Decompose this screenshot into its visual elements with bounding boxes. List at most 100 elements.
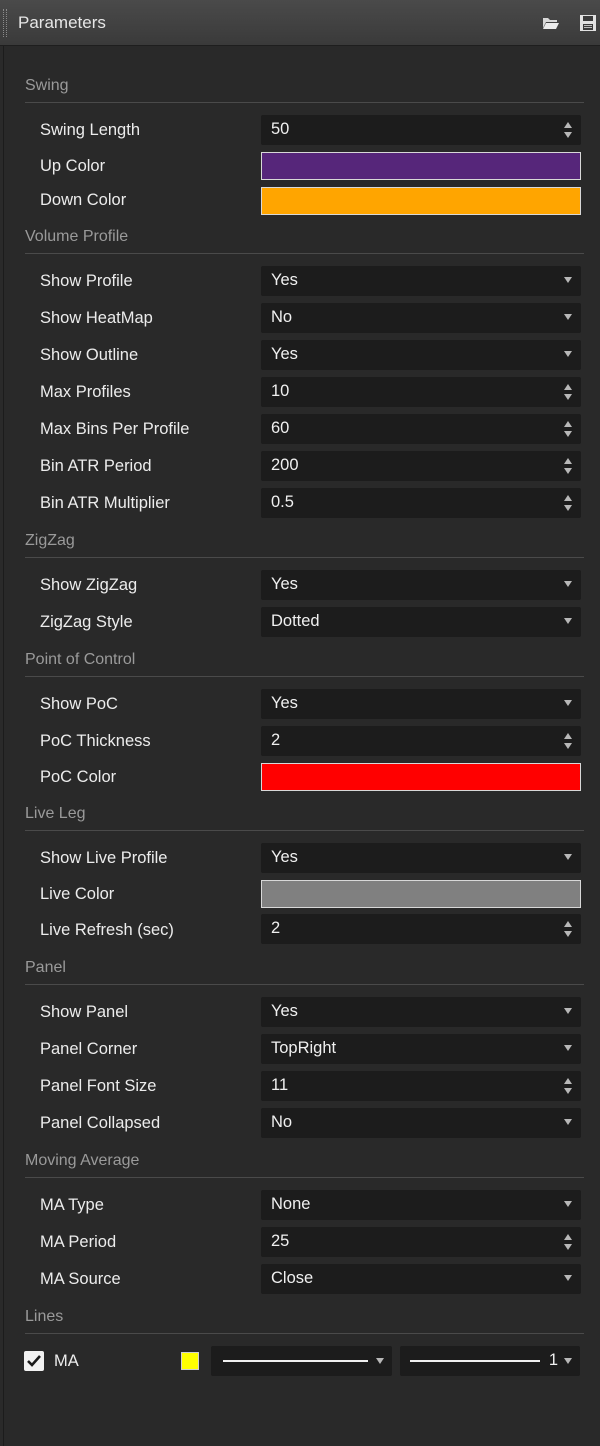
spin-up-icon[interactable] [564, 122, 572, 128]
ma-line-width-value: 1 [548, 1351, 558, 1369]
spin-down-icon[interactable] [564, 743, 572, 749]
ma-line-width-select[interactable]: 1 [400, 1346, 580, 1376]
spin-down-icon[interactable] [564, 931, 572, 937]
panel-collapsed-select[interactable]: No [261, 1108, 581, 1138]
show-profile-select[interactable]: Yes [261, 266, 581, 296]
show-poc-label: Show PoC [40, 695, 118, 713]
ma-type-select[interactable]: None [261, 1190, 581, 1220]
spin-up-icon[interactable] [564, 1234, 572, 1240]
show-poc-select[interactable]: Yes [261, 689, 581, 719]
ma-source-label: MA Source [40, 1270, 121, 1288]
down-color-swatch[interactable] [261, 187, 581, 215]
parameters-panel: Swing Swing Length 50 Up Color Down Colo… [3, 46, 600, 1446]
poc-thickness-input[interactable]: 2 [261, 726, 581, 756]
panel-corner-value: TopRight [271, 1039, 337, 1057]
bin-atr-multiplier-input[interactable]: 0.5 [261, 488, 581, 518]
show-panel-value: Yes [271, 1002, 298, 1020]
spin-down-icon[interactable] [564, 394, 572, 400]
panel-font-size-input[interactable]: 11 [261, 1071, 581, 1101]
ma-line-checkbox[interactable] [24, 1351, 44, 1371]
spin-down-icon[interactable] [564, 1088, 572, 1094]
spin-up-icon[interactable] [564, 384, 572, 390]
section-header-point-of-control: Point of Control [25, 651, 584, 677]
spin-up-icon[interactable] [564, 495, 572, 501]
chevron-down-icon [564, 1358, 572, 1364]
folder-open-icon[interactable] [541, 13, 561, 33]
ma-source-select[interactable]: Close [261, 1264, 581, 1294]
chevron-down-icon [564, 1045, 572, 1051]
ma-period-label: MA Period [40, 1233, 117, 1251]
show-outline-label: Show Outline [40, 346, 139, 364]
bin-atr-multiplier-label: Bin ATR Multiplier [40, 494, 170, 512]
poc-color-label: PoC Color [40, 768, 117, 786]
spin-down-icon[interactable] [564, 505, 572, 511]
show-zigzag-select[interactable]: Yes [261, 570, 581, 600]
drag-grip-icon[interactable] [3, 9, 7, 37]
spin-down-icon[interactable] [564, 1244, 572, 1250]
show-live-profile-label: Show Live Profile [40, 849, 168, 867]
show-zigzag-value: Yes [271, 575, 298, 593]
section-header-swing: Swing [25, 77, 584, 103]
max-profiles-input[interactable]: 10 [261, 377, 581, 407]
show-heatmap-value: No [271, 308, 293, 326]
live-refresh-input[interactable]: 2 [261, 914, 581, 944]
ma-period-value: 25 [271, 1232, 290, 1250]
show-heatmap-select[interactable]: No [261, 303, 581, 333]
bin-atr-period-label: Bin ATR Period [40, 457, 152, 475]
save-icon[interactable] [578, 13, 598, 33]
bin-atr-period-value: 200 [271, 456, 299, 474]
show-profile-label: Show Profile [40, 272, 133, 290]
show-panel-label: Show Panel [40, 1003, 129, 1021]
section-header-volume-profile: Volume Profile [25, 228, 584, 254]
spin-up-icon[interactable] [564, 733, 572, 739]
bin-atr-period-input[interactable]: 200 [261, 451, 581, 481]
show-live-profile-value: Yes [271, 848, 298, 866]
spin-down-icon[interactable] [564, 431, 572, 437]
ma-line-style-select[interactable] [211, 1346, 392, 1376]
chevron-down-icon [564, 1275, 572, 1281]
chevron-down-icon [564, 581, 572, 587]
zigzag-style-select[interactable]: Dotted [261, 607, 581, 637]
chevron-down-icon [564, 700, 572, 706]
section-header-live-leg: Live Leg [25, 805, 584, 831]
chevron-down-icon [564, 351, 572, 357]
section-header-moving-average: Moving Average [25, 1152, 584, 1178]
max-bins-input[interactable]: 60 [261, 414, 581, 444]
poc-color-swatch[interactable] [261, 763, 581, 791]
zigzag-style-value: Dotted [271, 612, 320, 630]
ma-period-input[interactable]: 25 [261, 1227, 581, 1257]
solid-line-icon [223, 1360, 368, 1362]
show-profile-value: Yes [271, 271, 298, 289]
swing-length-label: Swing Length [40, 121, 140, 139]
panel-corner-label: Panel Corner [40, 1040, 138, 1058]
swing-length-input[interactable]: 50 [261, 115, 581, 145]
max-profiles-label: Max Profiles [40, 383, 131, 401]
spin-down-icon[interactable] [564, 468, 572, 474]
live-color-swatch[interactable] [261, 880, 581, 908]
spin-up-icon[interactable] [564, 458, 572, 464]
window-title: Parameters [18, 13, 106, 32]
chevron-down-icon [564, 1008, 572, 1014]
section-header-panel: Panel [25, 959, 584, 985]
panel-font-size-value: 11 [271, 1076, 289, 1094]
panel-collapsed-value: No [271, 1113, 293, 1131]
spin-up-icon[interactable] [564, 1078, 572, 1084]
show-outline-select[interactable]: Yes [261, 340, 581, 370]
panel-corner-select[interactable]: TopRight [261, 1034, 581, 1064]
show-panel-select[interactable]: Yes [261, 997, 581, 1027]
show-outline-value: Yes [271, 345, 298, 363]
chevron-down-icon [564, 1201, 572, 1207]
chevron-down-icon [564, 618, 572, 624]
spin-up-icon[interactable] [564, 421, 572, 427]
chevron-down-icon [564, 314, 572, 320]
spin-down-icon[interactable] [564, 132, 572, 138]
checkmark-icon [27, 1355, 41, 1367]
up-color-swatch[interactable] [261, 152, 581, 180]
spin-up-icon[interactable] [564, 921, 572, 927]
show-poc-value: Yes [271, 694, 298, 712]
title-bar: Parameters [0, 0, 600, 46]
show-live-profile-select[interactable]: Yes [261, 843, 581, 873]
show-heatmap-label: Show HeatMap [40, 309, 153, 327]
ma-line-color-swatch[interactable] [181, 1352, 199, 1370]
max-bins-label: Max Bins Per Profile [40, 420, 190, 438]
